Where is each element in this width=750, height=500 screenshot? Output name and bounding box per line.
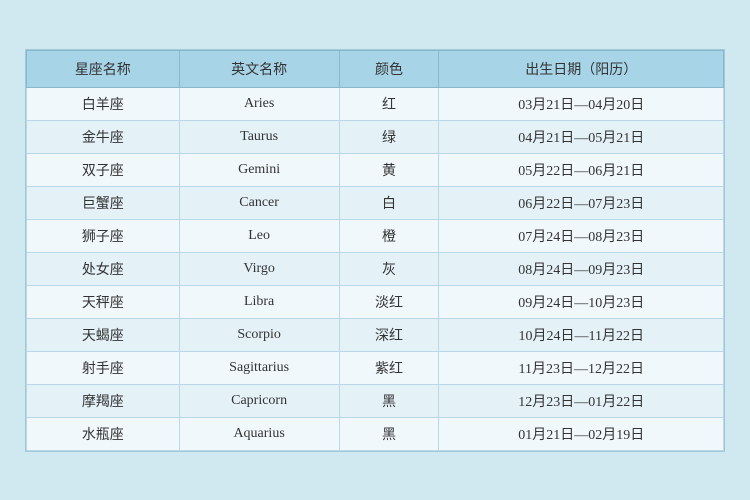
cell-chinese-name: 天蝎座 (27, 318, 180, 351)
table-row: 摩羯座Capricorn黑12月23日—01月22日 (27, 384, 724, 417)
col-header-english: 英文名称 (179, 50, 339, 87)
cell-chinese-name: 金牛座 (27, 120, 180, 153)
cell-english-name: Scorpio (179, 318, 339, 351)
cell-english-name: Leo (179, 219, 339, 252)
table-row: 天蝎座Scorpio深红10月24日—11月22日 (27, 318, 724, 351)
cell-color: 黄 (339, 153, 439, 186)
cell-date: 03月21日—04月20日 (439, 87, 724, 120)
cell-chinese-name: 射手座 (27, 351, 180, 384)
cell-date: 12月23日—01月22日 (439, 384, 724, 417)
table-row: 狮子座Leo橙07月24日—08月23日 (27, 219, 724, 252)
cell-english-name: Aries (179, 87, 339, 120)
cell-color: 橙 (339, 219, 439, 252)
table-header-row: 星座名称 英文名称 颜色 出生日期（阳历） (27, 50, 724, 87)
col-header-date: 出生日期（阳历） (439, 50, 724, 87)
cell-date: 01月21日—02月19日 (439, 417, 724, 450)
table-body: 白羊座Aries红03月21日—04月20日金牛座Taurus绿04月21日—0… (27, 87, 724, 450)
cell-english-name: Sagittarius (179, 351, 339, 384)
cell-color: 黑 (339, 417, 439, 450)
cell-chinese-name: 天秤座 (27, 285, 180, 318)
table-row: 天秤座Libra淡红09月24日—10月23日 (27, 285, 724, 318)
cell-chinese-name: 巨蟹座 (27, 186, 180, 219)
table-row: 水瓶座Aquarius黑01月21日—02月19日 (27, 417, 724, 450)
col-header-chinese: 星座名称 (27, 50, 180, 87)
cell-color: 黑 (339, 384, 439, 417)
cell-english-name: Cancer (179, 186, 339, 219)
table-row: 双子座Gemini黄05月22日—06月21日 (27, 153, 724, 186)
cell-english-name: Libra (179, 285, 339, 318)
zodiac-table: 星座名称 英文名称 颜色 出生日期（阳历） 白羊座Aries红03月21日—04… (26, 50, 724, 451)
cell-english-name: Taurus (179, 120, 339, 153)
cell-chinese-name: 处女座 (27, 252, 180, 285)
cell-chinese-name: 水瓶座 (27, 417, 180, 450)
cell-english-name: Aquarius (179, 417, 339, 450)
cell-color: 紫红 (339, 351, 439, 384)
cell-color: 淡红 (339, 285, 439, 318)
table-row: 金牛座Taurus绿04月21日—05月21日 (27, 120, 724, 153)
cell-date: 11月23日—12月22日 (439, 351, 724, 384)
cell-color: 红 (339, 87, 439, 120)
cell-chinese-name: 摩羯座 (27, 384, 180, 417)
cell-date: 05月22日—06月21日 (439, 153, 724, 186)
cell-date: 10月24日—11月22日 (439, 318, 724, 351)
cell-color: 深红 (339, 318, 439, 351)
cell-english-name: Gemini (179, 153, 339, 186)
cell-chinese-name: 狮子座 (27, 219, 180, 252)
cell-color: 灰 (339, 252, 439, 285)
cell-english-name: Capricorn (179, 384, 339, 417)
table-row: 巨蟹座Cancer白06月22日—07月23日 (27, 186, 724, 219)
cell-english-name: Virgo (179, 252, 339, 285)
table-row: 射手座Sagittarius紫红11月23日—12月22日 (27, 351, 724, 384)
cell-date: 06月22日—07月23日 (439, 186, 724, 219)
cell-date: 07月24日—08月23日 (439, 219, 724, 252)
cell-date: 04月21日—05月21日 (439, 120, 724, 153)
cell-date: 09月24日—10月23日 (439, 285, 724, 318)
cell-chinese-name: 双子座 (27, 153, 180, 186)
cell-date: 08月24日—09月23日 (439, 252, 724, 285)
col-header-color: 颜色 (339, 50, 439, 87)
table-row: 处女座Virgo灰08月24日—09月23日 (27, 252, 724, 285)
cell-color: 白 (339, 186, 439, 219)
table-row: 白羊座Aries红03月21日—04月20日 (27, 87, 724, 120)
zodiac-table-container: 星座名称 英文名称 颜色 出生日期（阳历） 白羊座Aries红03月21日—04… (25, 49, 725, 452)
cell-color: 绿 (339, 120, 439, 153)
cell-chinese-name: 白羊座 (27, 87, 180, 120)
